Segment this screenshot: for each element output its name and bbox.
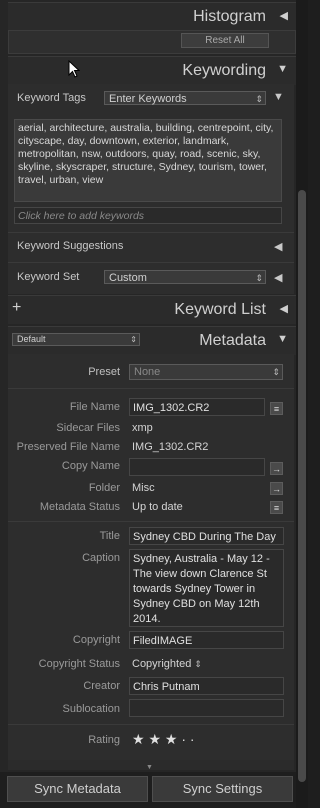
creator-field[interactable]: Chris Putnam [129, 677, 284, 695]
sync-settings-button[interactable]: Sync Settings [152, 776, 293, 802]
file-name-label: File Name [69, 401, 120, 413]
collapse-left-icon[interactable]: ◀ [280, 9, 288, 22]
mouse-cursor-icon [68, 60, 80, 78]
keyword-tags-menu-icon[interactable]: ▼ [273, 91, 284, 103]
divider [8, 262, 294, 263]
preserved-file-name-value: IMG_1302.CR2 [132, 441, 209, 453]
metadata-status-label: Metadata Status [39, 501, 120, 513]
divider [8, 724, 294, 725]
sync-metadata-button[interactable]: Sync Metadata [7, 776, 148, 802]
rating-stars[interactable]: ★ ★ ★ · · [132, 731, 195, 748]
keyword-set-collapse-icon[interactable]: ◀ [274, 271, 282, 284]
histogram-header[interactable]: Histogram ◀ [8, 2, 296, 31]
go-arrow-icon[interactable]: → [270, 482, 283, 495]
caption-label: Caption [82, 552, 120, 564]
title-label: Title [99, 530, 120, 542]
expand-down-icon[interactable]: ▼ [277, 333, 288, 345]
updown-arrows-icon: ⇕ [255, 273, 263, 283]
keyword-set-select-value: Custom [109, 272, 147, 284]
add-keyword-icon[interactable]: + [12, 299, 21, 317]
go-arrow-icon[interactable]: → [270, 462, 283, 475]
copy-name-field[interactable] [129, 458, 265, 476]
copyright-status-text: Copyrighted [132, 658, 192, 670]
file-name-field[interactable]: IMG_1302.CR2 [129, 398, 265, 416]
histogram-body: Reset All [8, 30, 296, 54]
sidecar-files-value: xmp [132, 422, 153, 434]
keyword-tags-select[interactable]: Enter Keywords ⇕ [104, 91, 266, 105]
right-panel: Histogram ◀ Reset All Keywording ▼ Keywo… [0, 0, 296, 808]
folder-value: Misc [132, 482, 155, 494]
updown-arrows-icon: ⇕ [255, 94, 263, 104]
copyright-status-label: Copyright Status [38, 658, 120, 670]
sublocation-label: Sublocation [62, 703, 121, 715]
metadata-header[interactable]: Default ⇕ Metadata ▼ [8, 326, 296, 355]
title-field[interactable]: Sydney CBD During The Day [129, 527, 284, 545]
rating-label: Rating [88, 734, 120, 746]
keyword-tags-label: Keyword Tags [17, 92, 86, 104]
metadata-status-value: Up to date [132, 501, 183, 513]
collapse-left-icon[interactable]: ◀ [280, 302, 288, 315]
metadata-title: Metadata [199, 332, 266, 349]
metadata-view-value: Default [17, 334, 46, 344]
caption-field[interactable]: Sydney, Australia - May 12 - The view do… [129, 549, 284, 627]
list-icon[interactable]: ≡ [270, 402, 283, 415]
copyright-label: Copyright [72, 634, 120, 646]
keyword-set-select[interactable]: Custom ⇕ [104, 270, 266, 284]
sublocation-field[interactable] [129, 699, 284, 717]
preset-select-value: None [134, 366, 161, 378]
preset-label: Preset [88, 366, 120, 378]
folder-label: Folder [88, 482, 120, 494]
keyword-set-label: Keyword Set [17, 271, 80, 283]
creator-label: Creator [83, 680, 120, 692]
metadata-view-select[interactable]: Default ⇕ [12, 333, 140, 346]
histogram-title: Histogram [193, 8, 266, 25]
copy-name-label: Copy Name [61, 460, 120, 472]
keyword-tags-select-value: Enter Keywords [109, 93, 187, 105]
keywords-textarea[interactable]: aerial, architecture, australia, buildin… [14, 119, 282, 202]
keywording-title: Keywording [182, 62, 266, 79]
divider [8, 388, 294, 389]
copyright-status-value[interactable]: Copyrighted ⇕ [132, 658, 202, 670]
divider [8, 232, 294, 233]
divider [8, 521, 294, 522]
keyword-list-title: Keyword List [174, 301, 266, 318]
expand-down-icon[interactable]: ▼ [277, 63, 288, 75]
keyword-list-header[interactable]: + Keyword List ◀ [8, 295, 296, 324]
updown-arrows-icon: ⇕ [194, 659, 202, 669]
keyword-suggestions-label[interactable]: Keyword Suggestions [17, 240, 123, 252]
preserved-file-name-label: Preserved File Name [16, 441, 120, 453]
preset-select[interactable]: None ⇕ [129, 364, 283, 380]
add-keywords-input[interactable]: Click here to add keywords [14, 207, 282, 224]
panel-end-icon: ▼ [146, 764, 153, 771]
reset-all-button[interactable]: Reset All [181, 33, 269, 48]
updown-arrows-icon: ⇕ [130, 335, 137, 344]
scrollbar-thumb[interactable] [298, 190, 306, 782]
copyright-field[interactable]: FiledIMAGE [129, 631, 284, 649]
sidecar-files-label: Sidecar Files [56, 422, 120, 434]
list-icon[interactable]: ≡ [270, 501, 283, 514]
updown-arrows-icon: ⇕ [272, 367, 280, 377]
keywording-header[interactable]: Keywording ▼ [8, 56, 296, 85]
suggestions-collapse-icon[interactable]: ◀ [274, 240, 282, 253]
